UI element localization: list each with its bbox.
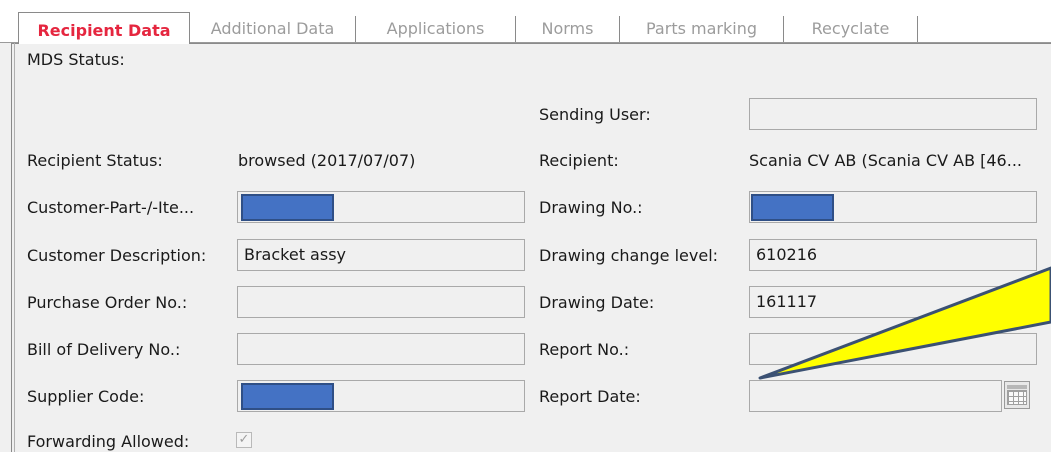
report-date-label: Report Date: bbox=[539, 387, 641, 406]
drawing-change-level-label: Drawing change level: bbox=[539, 246, 719, 265]
tab-norms[interactable]: Norms bbox=[516, 16, 620, 42]
redaction-customer-part bbox=[241, 194, 334, 221]
supplier-code-label: Supplier Code: bbox=[27, 387, 145, 406]
report-no-field[interactable] bbox=[749, 333, 1037, 365]
customer-description-label: Customer Description: bbox=[27, 246, 207, 265]
tab-recyclate[interactable]: Recyclate bbox=[784, 16, 918, 42]
mds-status-label: MDS Status: bbox=[27, 50, 125, 69]
drawing-date-label: Drawing Date: bbox=[539, 293, 655, 312]
recipient-value: Scania CV AB (Scania CV AB [46... bbox=[749, 151, 1022, 170]
redaction-supplier-code bbox=[241, 383, 334, 410]
bill-of-delivery-label: Bill of Delivery No.: bbox=[27, 340, 181, 359]
calendar-icon-grid bbox=[1007, 390, 1027, 405]
tab-applications[interactable]: Applications bbox=[356, 16, 516, 42]
purchase-order-label: Purchase Order No.: bbox=[27, 293, 188, 312]
report-no-label: Report No.: bbox=[539, 340, 630, 359]
tab-additional-data[interactable]: Additional Data bbox=[190, 16, 356, 42]
forwarding-allowed-label: Forwarding Allowed: bbox=[27, 432, 190, 451]
customer-part-label: Customer-Part-/-Ite... bbox=[27, 198, 195, 217]
panel-border-left bbox=[11, 43, 12, 452]
panel-border-left-inner bbox=[14, 43, 15, 452]
sending-user-field[interactable] bbox=[749, 98, 1037, 130]
calendar-icon[interactable] bbox=[1004, 381, 1030, 409]
bill-of-delivery-field[interactable] bbox=[237, 333, 525, 365]
tab-parts-marking[interactable]: Parts marking bbox=[620, 16, 784, 42]
recipient-label: Recipient: bbox=[539, 151, 619, 170]
calendar-icon-header bbox=[1007, 385, 1027, 389]
tab-bar: Recipient Data Additional Data Applicati… bbox=[0, 0, 1051, 44]
drawing-change-level-field[interactable]: 610216 bbox=[749, 239, 1037, 271]
purchase-order-field[interactable] bbox=[237, 286, 525, 318]
recipient-data-panel: MDS Status: Sending User: Recipient Stat… bbox=[0, 43, 1051, 452]
recipient-status-value: browsed (2017/07/07) bbox=[238, 151, 416, 170]
report-date-field[interactable] bbox=[749, 380, 1002, 412]
forwarding-allowed-checkbox[interactable]: ✓ bbox=[236, 432, 252, 448]
sending-user-label: Sending User: bbox=[539, 105, 651, 124]
drawing-no-label: Drawing No.: bbox=[539, 198, 643, 217]
customer-description-field[interactable]: Bracket assy bbox=[237, 239, 525, 271]
redaction-drawing-no bbox=[751, 194, 834, 221]
tab-recipient-data[interactable]: Recipient Data bbox=[18, 12, 190, 44]
recipient-status-label: Recipient Status: bbox=[27, 151, 163, 170]
drawing-date-field[interactable]: 161117 bbox=[749, 286, 1037, 318]
